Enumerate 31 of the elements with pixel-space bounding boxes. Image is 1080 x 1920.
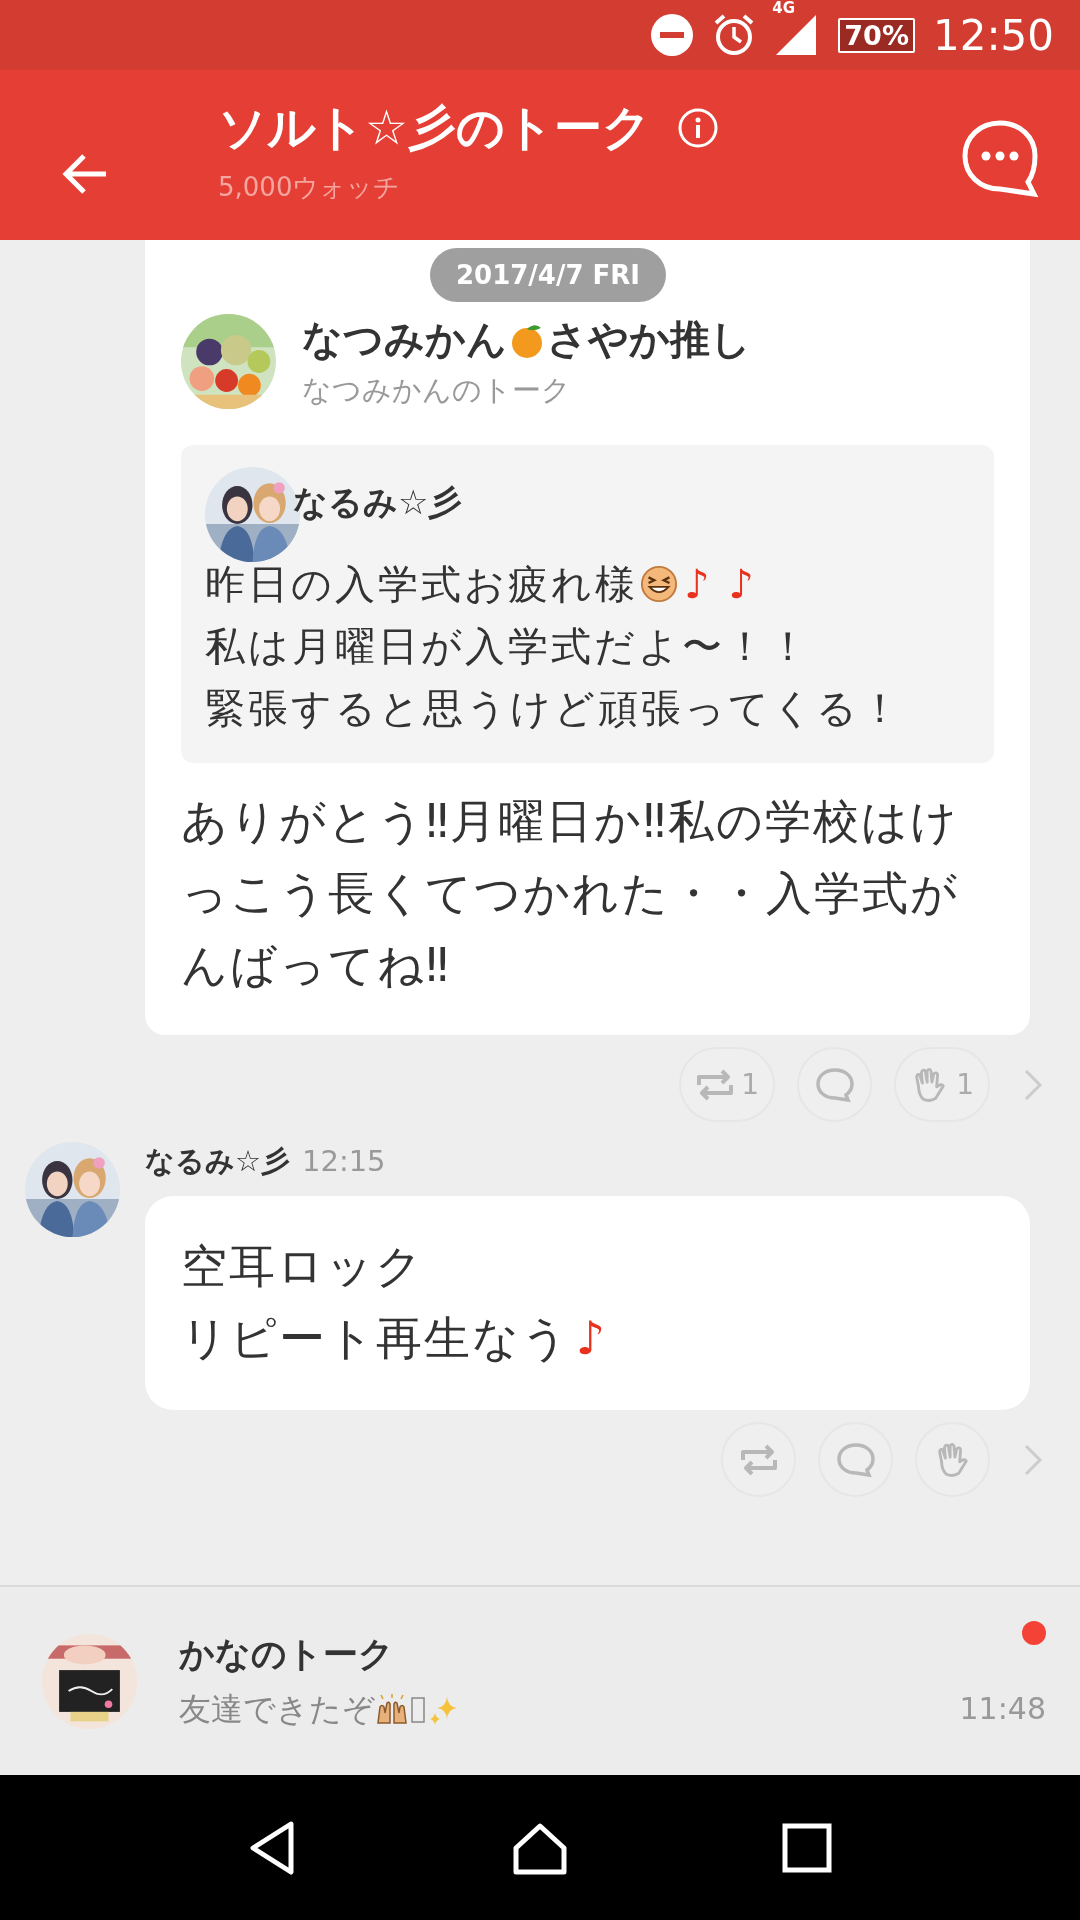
message-line: 空耳ロック <box>181 1238 425 1295</box>
notification-preview: 友達できたぞ <box>179 1688 375 1730</box>
date-pill: 2017/4/7 FRI <box>430 248 667 302</box>
missing-glyph-icon <box>411 1696 425 1723</box>
talk-title: ソルト☆彡のトーク <box>218 98 652 157</box>
talk-notification[interactable]: かなのトーク 友達できたぞ 11:48 <box>0 1585 1080 1775</box>
author-name: なるみ☆彡 <box>145 1143 290 1180</box>
message-line: リピート再生なう♪ <box>181 1310 609 1367</box>
message-time: 12:15 <box>302 1144 386 1178</box>
info-icon[interactable] <box>677 107 720 149</box>
source-name: なつみかん さやか推し <box>302 315 751 364</box>
comment-icon <box>814 1065 855 1104</box>
quote-line: 緊張すると思うけど頑張ってくる！ <box>205 684 904 733</box>
notification-title: かなのトーク <box>179 1632 395 1676</box>
do-not-disturb-icon <box>650 13 695 57</box>
repost-button[interactable]: 1 <box>679 1047 776 1122</box>
source-talk: なつみかんのトーク <box>302 372 572 409</box>
notification-time: 11:48 <box>959 1691 1046 1726</box>
watch-count: 5,000ウォッチ <box>218 171 402 204</box>
comment-icon <box>835 1440 876 1479</box>
battery-level: 70% <box>838 17 915 53</box>
clock: 12:50 <box>932 10 1054 60</box>
raised-hands-icon <box>375 1692 409 1727</box>
chat-menu-icon[interactable] <box>960 118 1040 198</box>
laughing-emoji-icon <box>640 565 678 603</box>
comment-text: ありがとう‼月曜日か‼私の学校はけっこう長くてつかれた・・入学式がんばってね‼ <box>181 793 960 994</box>
quote-line: 私は月曜日が入学式だよ〜！！ <box>205 622 812 671</box>
clap-button[interactable]: 1 <box>894 1047 990 1122</box>
network-type: 4G <box>772 0 796 17</box>
quote-author: なるみ☆彡 <box>293 481 463 524</box>
quote-line: 昨日の入学式お疲れ様 ♪ ♪ <box>205 560 758 609</box>
